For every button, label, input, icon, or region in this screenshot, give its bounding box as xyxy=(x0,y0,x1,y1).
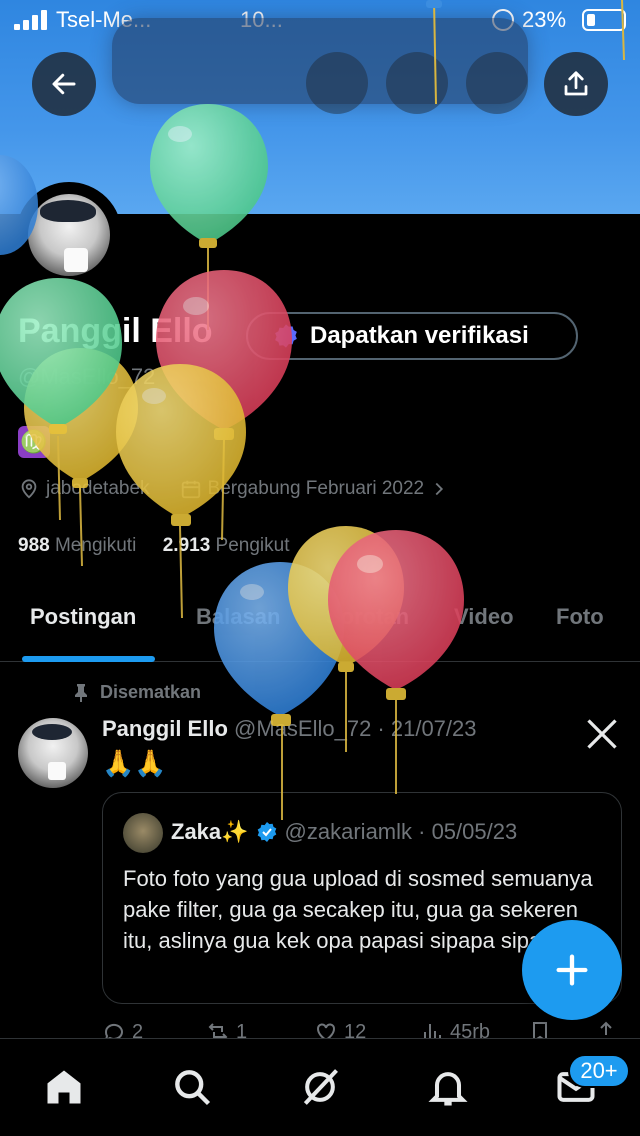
active-tab-indicator xyxy=(22,656,155,662)
blurred-icon xyxy=(306,52,368,114)
blurred-icon xyxy=(386,52,448,114)
tab-photos[interactable]: Foto xyxy=(556,604,604,630)
compose-button[interactable] xyxy=(522,920,622,1020)
blurred-icon xyxy=(466,52,528,114)
plus-icon xyxy=(556,954,588,986)
grok-icon xyxy=(303,1069,338,1105)
quote-author-avatar xyxy=(123,813,163,853)
pinned-indicator: Disematkan xyxy=(72,682,201,703)
quote-header: Zaka✨ @zakariamlk · 05/05/23 xyxy=(171,819,517,845)
verified-badge-icon xyxy=(257,822,276,842)
followers-count: 2.913 xyxy=(162,535,211,556)
tab-replies[interactable]: Balasan xyxy=(196,604,280,630)
back-button[interactable] xyxy=(32,52,96,116)
bottom-nav xyxy=(0,1038,640,1136)
home-icon xyxy=(47,1070,81,1104)
followers-link[interactable]: 2.913 Pengikut xyxy=(163,535,290,556)
following-label: Mengikuti xyxy=(54,535,137,556)
battery-percent: 23% xyxy=(522,7,567,32)
tab-highlights[interactable]: Sorotan xyxy=(326,604,409,630)
balloon-red xyxy=(328,530,464,794)
nav-notifications[interactable] xyxy=(426,1065,470,1109)
follow-stats: 988 Mengikuti 2.913 Pengikut xyxy=(18,535,290,557)
bio-zodiac: ♍ xyxy=(18,426,50,458)
profile-avatar[interactable] xyxy=(16,182,122,288)
profile-handle: @MasEllo_72 xyxy=(18,364,156,389)
quote-author-meta: @zakariamlk · 05/05/23 xyxy=(284,819,518,844)
x-logo-icon xyxy=(587,719,617,749)
nav-grok[interactable] xyxy=(298,1065,342,1109)
messages-badge: 20+ xyxy=(568,1054,630,1088)
following-count: 988 xyxy=(18,535,50,556)
followers-label: Pengikut xyxy=(215,535,290,556)
following-link[interactable]: 988 Mengikuti xyxy=(18,535,136,556)
battery-icon xyxy=(582,9,626,31)
joined-label: Bergabung Februari 2022 xyxy=(207,478,425,499)
get-verified-label: Dapatkan verifikasi xyxy=(310,322,529,349)
quote-text: Foto foto yang gua upload di sosmed semu… xyxy=(123,866,593,953)
post-author-meta: @MasEllo_72 · 21/07/23 xyxy=(234,716,477,741)
verified-badge-icon xyxy=(275,324,297,348)
chevron-right-icon xyxy=(435,482,444,496)
arrow-left-icon xyxy=(52,73,76,95)
post-author-name[interactable]: Panggil Ello xyxy=(102,716,228,741)
nav-search[interactable] xyxy=(170,1065,214,1109)
post-header: Panggil Ello @MasEllo_72 · 21/07/23 xyxy=(102,716,477,742)
profile-name: Panggil Ello xyxy=(18,312,213,350)
quote-author-name: Zaka✨ xyxy=(171,819,249,844)
post-author-avatar[interactable] xyxy=(18,718,88,788)
tab-posts[interactable]: Postingan xyxy=(30,604,136,630)
profile-meta: jabodetabek Bergabung Februari 2022 xyxy=(18,478,450,500)
tab-video[interactable]: Video xyxy=(454,604,514,630)
share-button[interactable] xyxy=(544,52,608,116)
profile-tabs: Postingan Balasan Sorotan Video Foto xyxy=(0,590,640,662)
pin-icon xyxy=(75,683,87,702)
pinned-label: Disematkan xyxy=(100,682,202,702)
signal-icon xyxy=(14,10,48,30)
location-label: jabodetabek xyxy=(46,478,150,499)
get-verified-button[interactable]: Dapatkan verifikasi xyxy=(246,312,578,360)
bell-icon xyxy=(428,1072,468,1106)
search-icon xyxy=(175,1070,211,1106)
location-icon xyxy=(21,479,37,499)
post-text: 🙏🙏 xyxy=(102,748,167,778)
calendar-icon xyxy=(181,480,200,499)
nav-home[interactable] xyxy=(42,1065,86,1109)
joined-date[interactable]: Bergabung Februari 2022 xyxy=(180,478,451,500)
share-icon xyxy=(564,71,588,96)
